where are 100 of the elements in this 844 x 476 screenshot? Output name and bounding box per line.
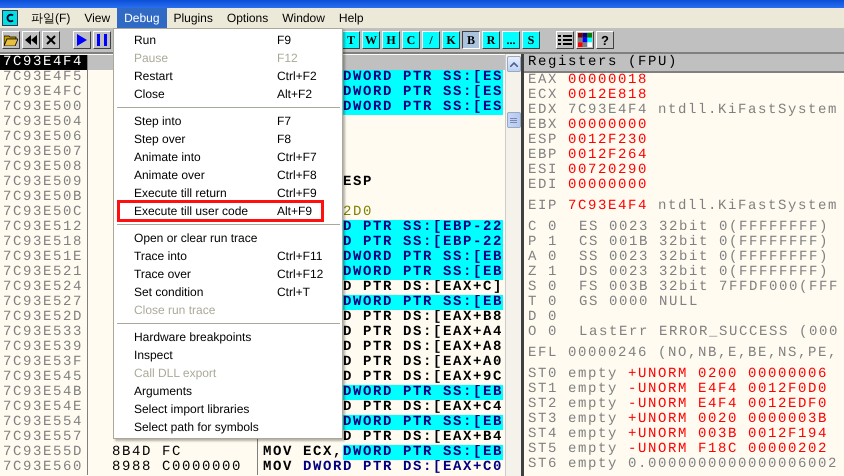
menu-title[interactable]: Options [220,8,276,28]
memory-operand: DWORD PTR SS:[EB [343,385,504,400]
play-icon[interactable] [73,31,91,49]
flag-value: D 0 [528,310,560,325]
address-cell: 7C93E506 [0,130,88,145]
menu-item[interactable]: Inspect [114,346,342,364]
app-icon [2,10,18,26]
menu-item[interactable]: Execute till user code Alt+F9 [119,202,322,220]
menu-item[interactable]: Hardware breakpoints [114,328,342,346]
menu-item[interactable]: Step over F8 [114,130,342,148]
toolbar-button[interactable]: S [522,31,540,49]
segment-info: GS 0000 NULL [579,295,700,310]
segment-info: LastErr ERROR_SUCCESS (000 [579,325,840,340]
flag-value: O 0 [528,325,560,340]
address-cell: 7C93E554 [0,415,88,430]
memory-operand: D PTR SS:[EBP-22 [343,220,504,235]
menu-title[interactable]: 파일(F) [24,8,78,28]
fpu-tag: empty [568,412,618,427]
memory-operand: DWORD PTR SS:[ES [343,100,504,115]
menu-title[interactable]: Debug [117,8,166,28]
hex-bytes: 8988 C0000000 [112,459,242,475]
scrollbar[interactable] [505,54,521,476]
operand-text: D PTR DS:[EAX+A0 [343,355,504,370]
menu-item[interactable]: Animate over Ctrl+F8 [114,166,342,184]
pause-icon[interactable] [93,31,111,49]
flag-value: T 0 [528,295,560,310]
register-value: 0.0000000000000006002 [628,457,838,472]
operand-text: D PTR DS:[EAX+C4 [343,400,504,415]
menu-title[interactable]: View [77,8,118,28]
address-cell: 7C93E55D [0,445,88,460]
address-cell: 7C93E560 [0,460,88,475]
menu-title[interactable]: Help [332,8,371,28]
fpu-tag: empty [568,397,618,412]
register-name: EFL [528,346,560,361]
toolbar-button[interactable]: W [362,31,380,49]
menu-item[interactable]: Step into F7 [114,112,342,130]
register-name: EIP [528,199,560,214]
toolbar-button[interactable]: R [482,31,500,49]
scroll-up-button[interactable] [506,56,520,72]
register-value: 0012F230 [568,133,648,148]
menu-item[interactable]: Execute till return Ctrl+F9 [114,184,342,202]
address-cell: 7C93E557 [0,430,88,445]
menu-item[interactable]: Run F9 [114,31,342,49]
address-cell: 7C93E51E [0,250,88,265]
menu-title[interactable]: Window [275,8,332,28]
register-value: 7C93E4F4 [568,199,648,214]
fpu-tag: empty [568,382,618,397]
memory-operand: DWORD PTR DS:[EAX+C0 [303,460,504,475]
help-button[interactable]: ? [596,31,614,49]
menu-item[interactable]: Arguments [114,382,342,400]
address-cell: 7C93E504 [0,115,88,130]
segment-info: DS 0023 32bit 0(FFFFFFFF) [579,265,830,280]
register-value: +UNORM 0020 0000003B [628,412,828,427]
rewind-icon[interactable] [22,31,40,49]
list-icon[interactable] [556,31,574,49]
menu-item[interactable]: Open or clear run trace [114,229,342,247]
menu-item[interactable]: Trace into Ctrl+F11 [114,247,342,265]
register-value: 00000246 [568,346,648,361]
memory-operand: DWORD PTR SS:[EB [343,250,504,265]
toolbar-button[interactable]: ... [502,31,520,49]
register-name: ST2 [528,397,560,412]
address-cell: 7C93E512 [0,220,88,235]
address-cell: 7C93E545 [0,370,88,385]
register-comment: ntdll.KiFastSystem [658,103,838,118]
toolbar-button[interactable]: / [422,31,440,49]
toolbar-button[interactable]: H [382,31,400,49]
register-comment: ntdll.KiFastSystem [658,199,838,214]
flag-value: S 0 [528,280,560,295]
register-name: ESP [528,133,560,148]
toolbar-button[interactable]: B [462,31,480,49]
register-value: 00000018 [568,73,648,88]
menu-item[interactable]: Select path for symbols [114,418,342,436]
operand-text: ESP [343,175,374,190]
menu-item[interactable]: Select import libraries [114,400,342,418]
register-name: ST0 [528,367,560,382]
toolbar-button[interactable]: T [342,31,360,49]
register-name: ECX [528,88,560,103]
palette-icon[interactable] [576,31,594,49]
address-cell: 7C93E50C [0,205,88,220]
segment-info: FS 003B 32bit 7FFDF000(FFF [579,280,840,295]
memory-operand: DWORD PTR SS:[EB [343,445,504,460]
menu-item[interactable]: Restart Ctrl+F2 [114,67,342,85]
operand-text: D PTR DS:[EAX+B8 [343,310,504,325]
register-name: EBX [528,118,560,133]
menu-item[interactable]: Animate into Ctrl+F7 [114,148,342,166]
fpu-tag: empty [568,367,618,382]
menu-title[interactable]: Plugins [166,8,220,28]
register-name: EAX [528,73,560,88]
folder-icon[interactable] [2,31,20,49]
menu-item[interactable]: Set condition Ctrl+T [114,283,342,301]
register-name: ST3 [528,412,560,427]
scroll-thumb[interactable] [506,112,520,128]
register-value: +UNORM 003B 0012F194 [628,427,828,442]
close-icon[interactable] [42,31,60,49]
menu-item[interactable]: Close Alt+F2 [114,85,342,103]
memory-operand: DWORD PTR SS:[EB [343,295,504,310]
menu-item[interactable]: Trace over Ctrl+F12 [114,265,342,283]
address-cell: 7C93E500 [0,100,88,115]
toolbar-button[interactable]: K [442,31,460,49]
toolbar-button[interactable]: C [402,31,420,49]
